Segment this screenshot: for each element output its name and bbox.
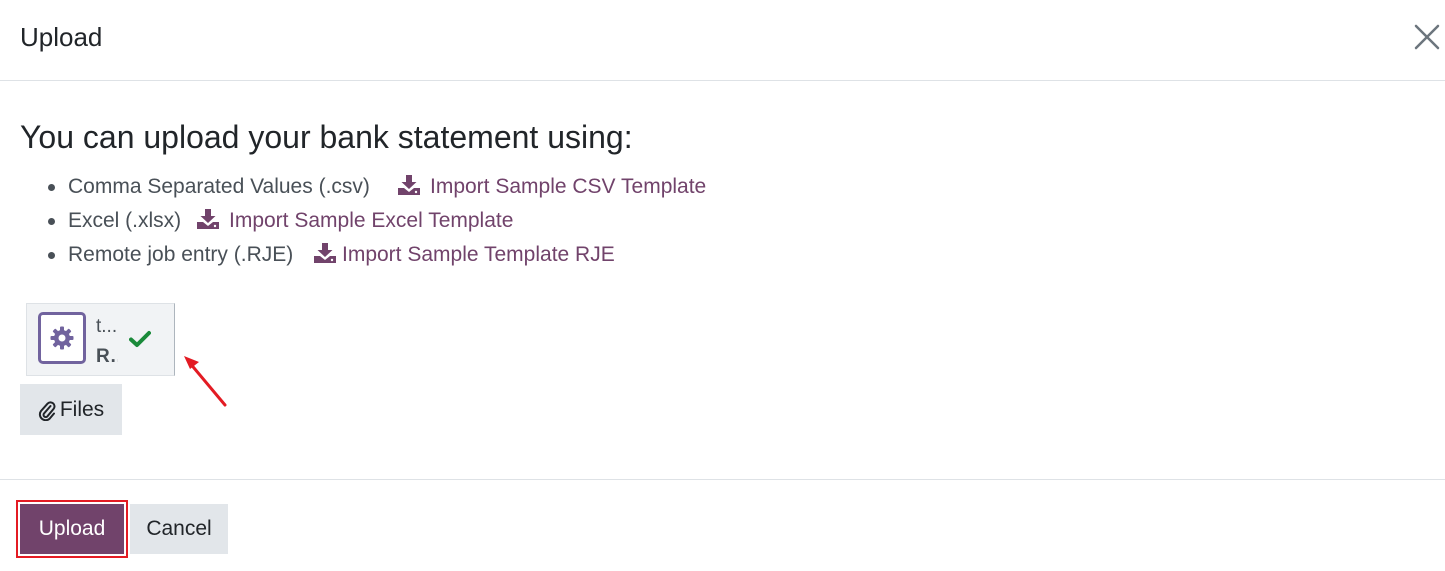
bullet bbox=[48, 184, 55, 191]
close-icon bbox=[1414, 24, 1440, 50]
download-icon bbox=[314, 243, 336, 263]
files-button-label: Files bbox=[59, 397, 105, 421]
gear-icon bbox=[50, 326, 74, 350]
import-excel-template-link[interactable]: Import Sample Excel Template bbox=[197, 204, 513, 238]
dialog-title: Upload bbox=[20, 22, 103, 52]
link-label: Import Sample Template RJE bbox=[342, 243, 615, 266]
import-rje-template-link[interactable]: Import Sample Template RJE bbox=[314, 238, 615, 272]
attachment-name: t... bbox=[96, 316, 118, 337]
link-label: Import Sample CSV Template bbox=[430, 175, 707, 198]
files-button[interactable]: Files bbox=[20, 384, 122, 435]
close-button[interactable] bbox=[1410, 20, 1444, 54]
annotation-arrow-icon bbox=[184, 356, 227, 407]
upload-button-highlight: Upload bbox=[16, 500, 128, 558]
cancel-button[interactable]: Cancel bbox=[130, 504, 228, 554]
dialog-header: Upload bbox=[0, 0, 1445, 81]
format-label: Excel (.xlsx) bbox=[68, 209, 182, 232]
attachment-extension: R... bbox=[96, 346, 118, 367]
upload-dialog: Upload You can upload your bank statemen… bbox=[0, 0, 1445, 571]
download-icon bbox=[398, 175, 420, 195]
check-icon bbox=[129, 331, 151, 347]
attachment-card[interactable]: t... R... bbox=[26, 303, 175, 376]
download-icon bbox=[197, 209, 219, 229]
bullet bbox=[48, 218, 55, 225]
upload-button[interactable]: Upload bbox=[20, 504, 124, 554]
import-csv-template-link[interactable]: Import Sample CSV Template bbox=[398, 170, 706, 204]
format-label: Comma Separated Values (.csv) bbox=[68, 175, 370, 198]
format-label: Remote job entry (.RJE) bbox=[68, 243, 294, 266]
bullet bbox=[48, 252, 55, 259]
attachment-file-icon bbox=[38, 312, 86, 364]
body-heading: You can upload your bank statement using… bbox=[20, 119, 633, 155]
paperclip-icon bbox=[38, 400, 56, 421]
link-label: Import Sample Excel Template bbox=[229, 209, 514, 232]
